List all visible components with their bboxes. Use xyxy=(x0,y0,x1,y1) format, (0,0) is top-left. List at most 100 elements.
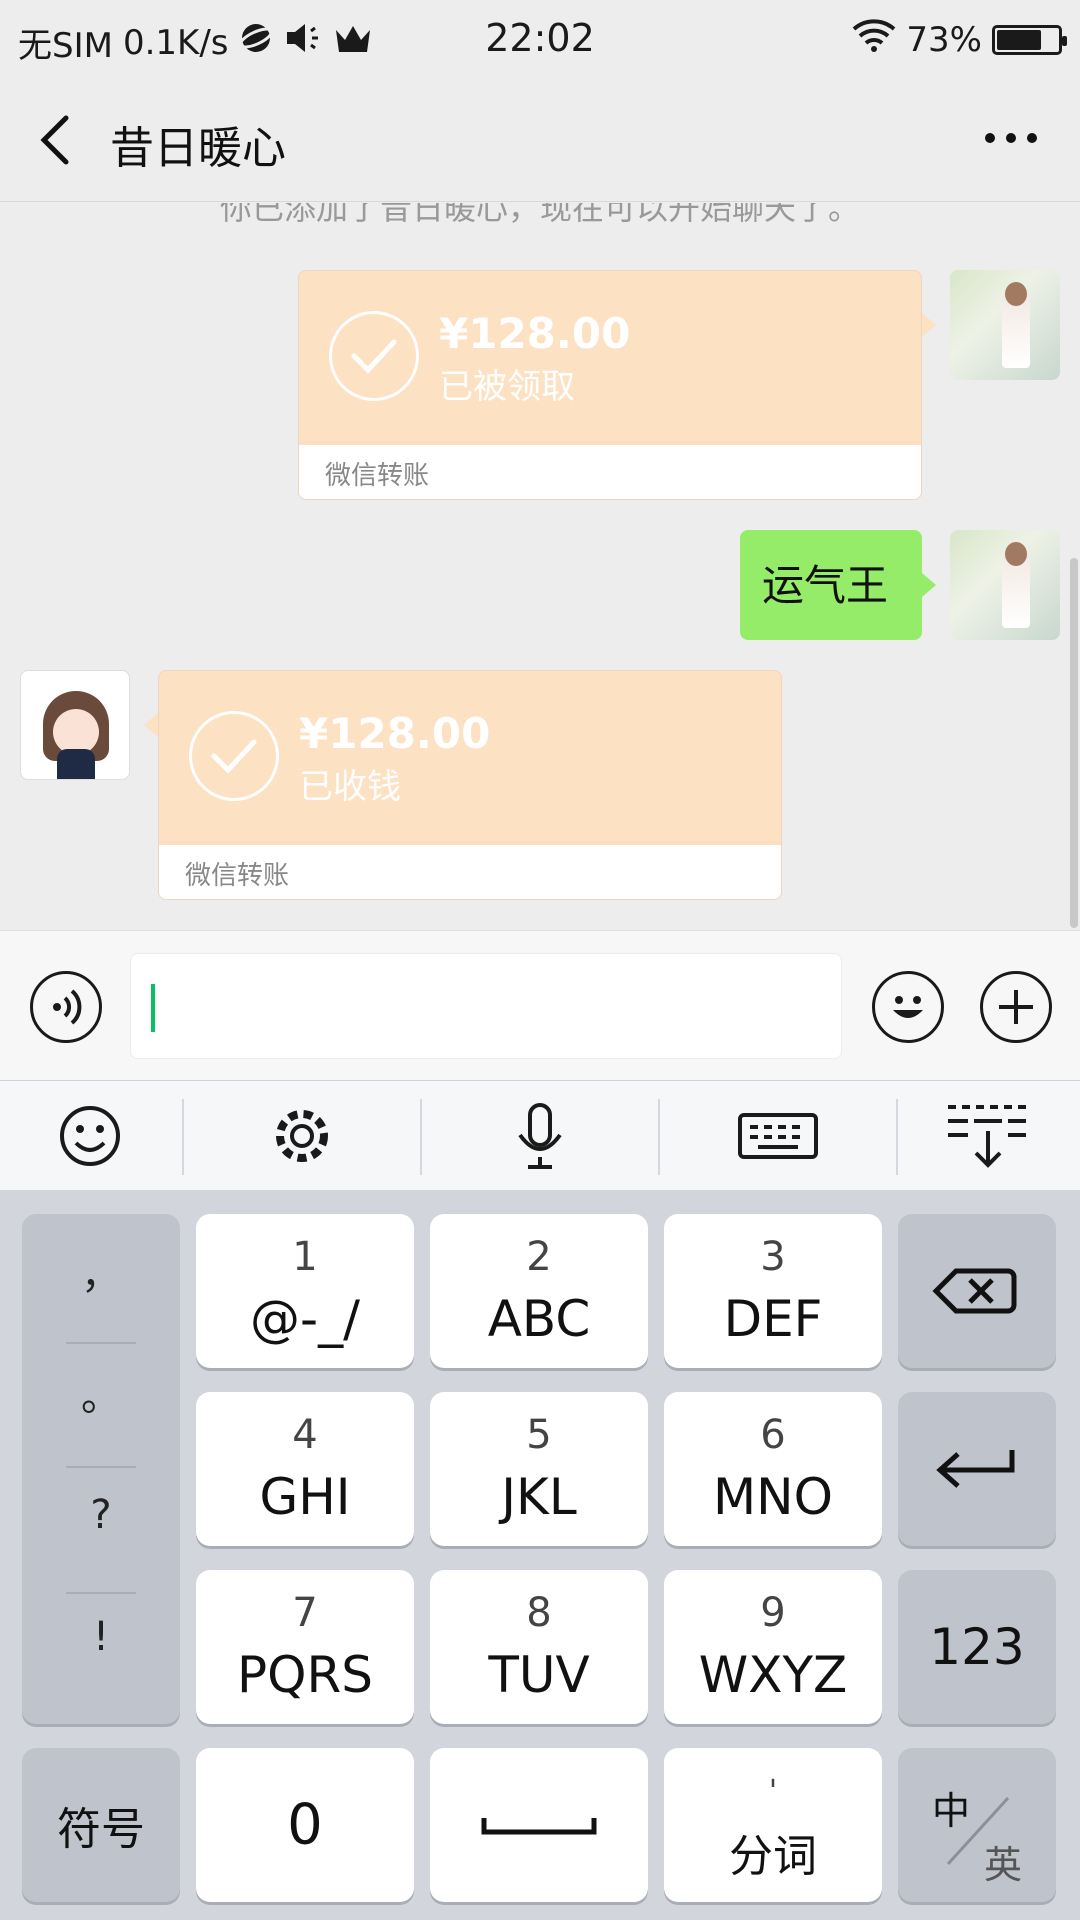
more-dots-icon xyxy=(985,133,1037,143)
key-6[interactable]: 6 MNO xyxy=(664,1392,882,1546)
keyboard-icon xyxy=(738,1113,818,1159)
symbols-key[interactable]: 符号 xyxy=(22,1748,180,1902)
key-number: 8 xyxy=(526,1590,552,1636)
space-key[interactable] xyxy=(430,1748,648,1902)
segment-label: 分词 xyxy=(729,1831,817,1882)
status-bar: 无SIM 0.1K/s 22:02 73% xyxy=(0,0,1080,78)
check-icon xyxy=(189,711,279,801)
key-3[interactable]: 3 DEF xyxy=(664,1214,882,1368)
avatar-head xyxy=(1005,282,1027,306)
toolbar-divider xyxy=(896,1099,898,1175)
transfer-card-received[interactable]: ¥128.00 已收钱 微信转账 xyxy=(158,670,782,900)
key-0[interactable]: 0 xyxy=(196,1748,414,1902)
toolbar-divider xyxy=(420,1099,422,1175)
emoji-button[interactable] xyxy=(872,971,944,1043)
key-letters: @-_/ xyxy=(250,1290,360,1348)
voice-button[interactable] xyxy=(30,971,102,1043)
language-switch-key[interactable]: 中 英 xyxy=(898,1748,1056,1902)
key-number: 1 xyxy=(292,1234,318,1280)
plus-button[interactable] xyxy=(980,971,1052,1043)
emoji-icon xyxy=(893,996,923,1018)
key-letters: JKL xyxy=(501,1468,577,1526)
back-button[interactable] xyxy=(26,108,90,172)
enter-key[interactable] xyxy=(898,1392,1056,1546)
key-8[interactable]: 8 TUV xyxy=(430,1570,648,1724)
toolbar-divider xyxy=(182,1099,184,1175)
symbols-label: 符号 xyxy=(57,1804,145,1855)
slash-divider xyxy=(946,1796,1010,1866)
transfer-footer: 微信转账 xyxy=(159,845,781,899)
backspace-icon xyxy=(932,1268,1017,1314)
message-input[interactable] xyxy=(130,953,842,1059)
transfer-status: 已收钱 xyxy=(299,767,401,807)
key-number: 9 xyxy=(760,1590,786,1636)
key-1[interactable]: 1 @-_/ xyxy=(196,1214,414,1368)
chat-scrollbar[interactable] xyxy=(1070,558,1078,928)
space-icon xyxy=(481,1818,597,1835)
bubble-tail xyxy=(144,713,158,737)
enter-icon xyxy=(936,1450,1015,1488)
lang-en-label: 英 xyxy=(984,1843,1023,1887)
keyboard-toolbar xyxy=(0,1080,1080,1190)
text-caret xyxy=(151,984,155,1032)
chat-area[interactable]: 你已添加了昔日暖心，现在可以开始聊天了。 ¥128.00 已被领取 微信转账 运… xyxy=(0,203,1080,930)
transfer-amount: ¥128.00 xyxy=(299,709,491,758)
message-input-bar xyxy=(0,930,1080,1080)
kb-voice-input-button[interactable] xyxy=(492,1101,588,1171)
battery-icon xyxy=(992,24,1067,55)
transfer-card-sent[interactable]: ¥128.00 已被领取 微信转账 xyxy=(298,270,922,500)
punct-divider xyxy=(66,1466,136,1468)
key-letters: GHI xyxy=(259,1468,351,1526)
my-avatar[interactable] xyxy=(950,270,1060,380)
chevron-left-icon xyxy=(40,115,69,165)
kb-collapse-button[interactable] xyxy=(940,1101,1036,1171)
chat-header: 昔日暖心 xyxy=(0,78,1080,202)
more-button[interactable] xyxy=(976,118,1046,158)
backspace-key[interactable] xyxy=(898,1214,1056,1368)
avatar-body xyxy=(57,749,95,779)
punct-key[interactable]: ? xyxy=(22,1492,180,1538)
plus-icon xyxy=(999,990,1033,1024)
key-number: 3 xyxy=(760,1234,786,1280)
key-number: 7 xyxy=(292,1590,318,1636)
mic-icon xyxy=(518,1103,562,1169)
numeric-key[interactable]: 123 xyxy=(898,1570,1056,1724)
t9-keypad: ， 。 ? ! 1 @-_/ 2 ABC 3 DEF 4 GHI 5 JKL 6… xyxy=(0,1190,1080,1920)
kb-settings-button[interactable] xyxy=(254,1101,350,1171)
system-note: 你已添加了昔日暖心，现在可以开始聊天了。 xyxy=(219,203,860,227)
key-2[interactable]: 2 ABC xyxy=(430,1214,648,1368)
punct-key[interactable]: 。 xyxy=(22,1364,180,1422)
contact-avatar[interactable] xyxy=(20,670,130,780)
bubble-tail xyxy=(922,573,936,597)
chat-title: 昔日暖心 xyxy=(110,123,286,174)
segment-key[interactable]: ' 分词 xyxy=(664,1748,882,1902)
punct-key[interactable]: ! xyxy=(22,1614,180,1660)
key-number: 2 xyxy=(526,1234,552,1280)
key-letters: PQRS xyxy=(237,1646,373,1704)
key-5[interactable]: 5 JKL xyxy=(430,1392,648,1546)
punctuation-column[interactable]: ， 。 ? ! xyxy=(22,1214,180,1724)
key-7[interactable]: 7 PQRS xyxy=(196,1570,414,1724)
numeric-label: 123 xyxy=(929,1618,1025,1676)
key-letters: MNO xyxy=(713,1468,833,1526)
emoji-icon xyxy=(60,1106,120,1166)
transfer-status: 已被领取 xyxy=(439,367,575,407)
kb-layout-button[interactable] xyxy=(730,1101,826,1171)
collapse-keyboard-icon xyxy=(948,1105,1026,1168)
gear-icon xyxy=(276,1110,328,1162)
punct-key[interactable]: ， xyxy=(22,1242,180,1300)
key-9[interactable]: 9 WXYZ xyxy=(664,1570,882,1724)
key-letters: WXYZ xyxy=(698,1646,848,1704)
key-4[interactable]: 4 GHI xyxy=(196,1392,414,1546)
my-avatar[interactable] xyxy=(950,530,1060,640)
status-right: 73% xyxy=(852,18,1067,61)
text-bubble-sent[interactable]: 运气王 xyxy=(740,530,922,640)
zero-label: 0 xyxy=(287,1792,323,1858)
key-number: 5 xyxy=(526,1412,552,1458)
toolbar-divider xyxy=(658,1099,660,1175)
kb-emoji-button[interactable] xyxy=(42,1101,138,1171)
bubble-tail xyxy=(922,313,936,337)
punct-divider xyxy=(66,1342,136,1344)
segment-mark: ' xyxy=(768,1774,778,1809)
battery-fill xyxy=(997,29,1041,50)
